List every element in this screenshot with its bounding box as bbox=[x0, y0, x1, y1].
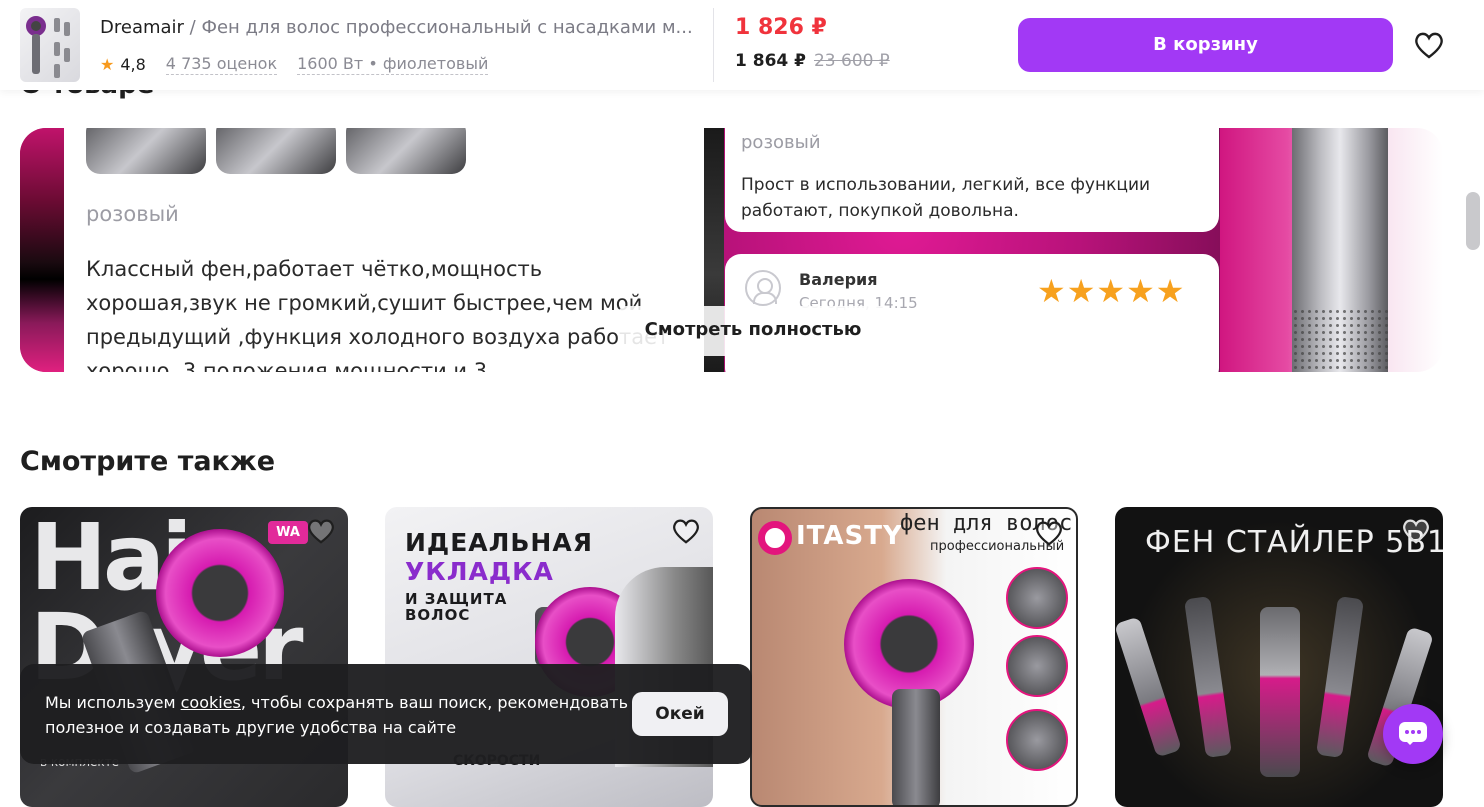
variant-link[interactable]: 1600 Вт • фиолетовый bbox=[297, 54, 489, 75]
reviews-count-link[interactable]: 4 735 оценок bbox=[165, 54, 278, 75]
dryer-image bbox=[156, 529, 284, 657]
product-thumbnail[interactable] bbox=[20, 8, 80, 82]
current-price: 1 826 ₽ bbox=[735, 15, 827, 40]
product-meta: ★ 4,8 4 735 оценок 1600 Вт • фиолетовый bbox=[100, 54, 508, 75]
add-to-cart-button[interactable]: В корзину bbox=[1018, 18, 1393, 72]
price-without-card: 1 864 ₽ bbox=[735, 51, 806, 71]
review-card-right: розовый Прост в использовании, легкий, в… bbox=[725, 128, 1219, 232]
card-image-text: ФЕН СТАЙЛЕР 5В1 bbox=[1145, 525, 1443, 560]
dryer-image bbox=[892, 689, 940, 805]
review-text: Прост в использовании, легкий, все функц… bbox=[741, 175, 1151, 221]
product-card[interactable]: ФЕН СТАЙЛЕР 5В1 bbox=[1115, 507, 1443, 807]
see-also-heading: Смотрите также bbox=[20, 446, 276, 477]
rating-value: 4,8 bbox=[120, 55, 146, 74]
review-photo[interactable] bbox=[216, 128, 336, 174]
cookie-ok-button[interactable]: Окей bbox=[632, 692, 728, 736]
banner-background-left bbox=[20, 128, 64, 372]
rating-stars: ★★★★★ bbox=[1037, 272, 1186, 310]
price-block: 1 864 ₽ 23 600 ₽ bbox=[735, 51, 890, 71]
scrollbar-thumb[interactable] bbox=[1466, 192, 1480, 250]
brand-logo bbox=[758, 521, 792, 555]
review-card-left: розовый Классный фен,работает чётко,мощн… bbox=[64, 128, 704, 372]
card-badge: WA bbox=[268, 521, 308, 544]
header-divider bbox=[713, 8, 714, 82]
review-color: розовый bbox=[86, 202, 179, 226]
card-image-text: И ЗАЩИТА ВОЛОС bbox=[405, 590, 508, 624]
product-title: Dreamair / Фен для волос профессиональны… bbox=[100, 17, 693, 38]
review-text: Классный фен,работает чётко,мощность хор… bbox=[86, 257, 670, 372]
card-image-text: УКЛАДКА bbox=[405, 557, 554, 586]
cookie-banner: Мы используем cookies, чтобы сохранять в… bbox=[20, 664, 752, 764]
review-author: Валерия bbox=[799, 270, 878, 289]
reviews-banner[interactable]: розовый Классный фен,работает чётко,мощн… bbox=[20, 128, 1443, 372]
cookies-link[interactable]: cookies bbox=[181, 693, 241, 712]
card-brand: ITASTY bbox=[796, 521, 903, 551]
product-title-text: Фен для волос профессиональный с насадка… bbox=[201, 17, 693, 38]
review-color: розовый bbox=[741, 132, 821, 153]
nozzle-image bbox=[1006, 567, 1068, 629]
brush-image bbox=[1115, 616, 1182, 758]
old-price: 23 600 ₽ bbox=[813, 51, 890, 71]
cookie-text: Мы используем cookies, чтобы сохранять в… bbox=[45, 690, 635, 740]
review-photo[interactable] bbox=[346, 128, 466, 174]
styler-image bbox=[1260, 607, 1300, 777]
chat-icon[interactable] bbox=[1383, 704, 1443, 764]
review-photo[interactable] bbox=[86, 128, 206, 174]
cookie-text-start: Мы используем bbox=[45, 693, 181, 712]
product-card[interactable]: ITASTY фен для волос профессиональный bbox=[750, 507, 1078, 807]
heart-icon[interactable] bbox=[306, 517, 336, 545]
see-full-button[interactable]: Смотреть полностью bbox=[618, 306, 888, 356]
avatar-icon bbox=[745, 270, 781, 306]
heart-icon[interactable] bbox=[1413, 30, 1445, 60]
brand-name[interactable]: Dreamair bbox=[100, 17, 184, 38]
styler-mesh bbox=[1292, 308, 1388, 372]
title-separator: / bbox=[183, 17, 202, 38]
scrollbar[interactable] bbox=[1470, 0, 1484, 784]
nozzle-image bbox=[1006, 709, 1068, 771]
heart-icon[interactable] bbox=[1401, 517, 1431, 545]
card-image-text: ИДЕАЛЬНАЯ bbox=[405, 528, 593, 557]
sticky-product-header: Dreamair / Фен для волос профессиональны… bbox=[0, 0, 1484, 90]
brush-image bbox=[1183, 595, 1233, 759]
heart-icon[interactable] bbox=[1034, 519, 1064, 547]
diffuser-image bbox=[1006, 635, 1068, 697]
star-icon: ★ bbox=[100, 55, 115, 74]
heart-icon[interactable] bbox=[671, 517, 701, 545]
brush-image bbox=[1315, 595, 1365, 759]
